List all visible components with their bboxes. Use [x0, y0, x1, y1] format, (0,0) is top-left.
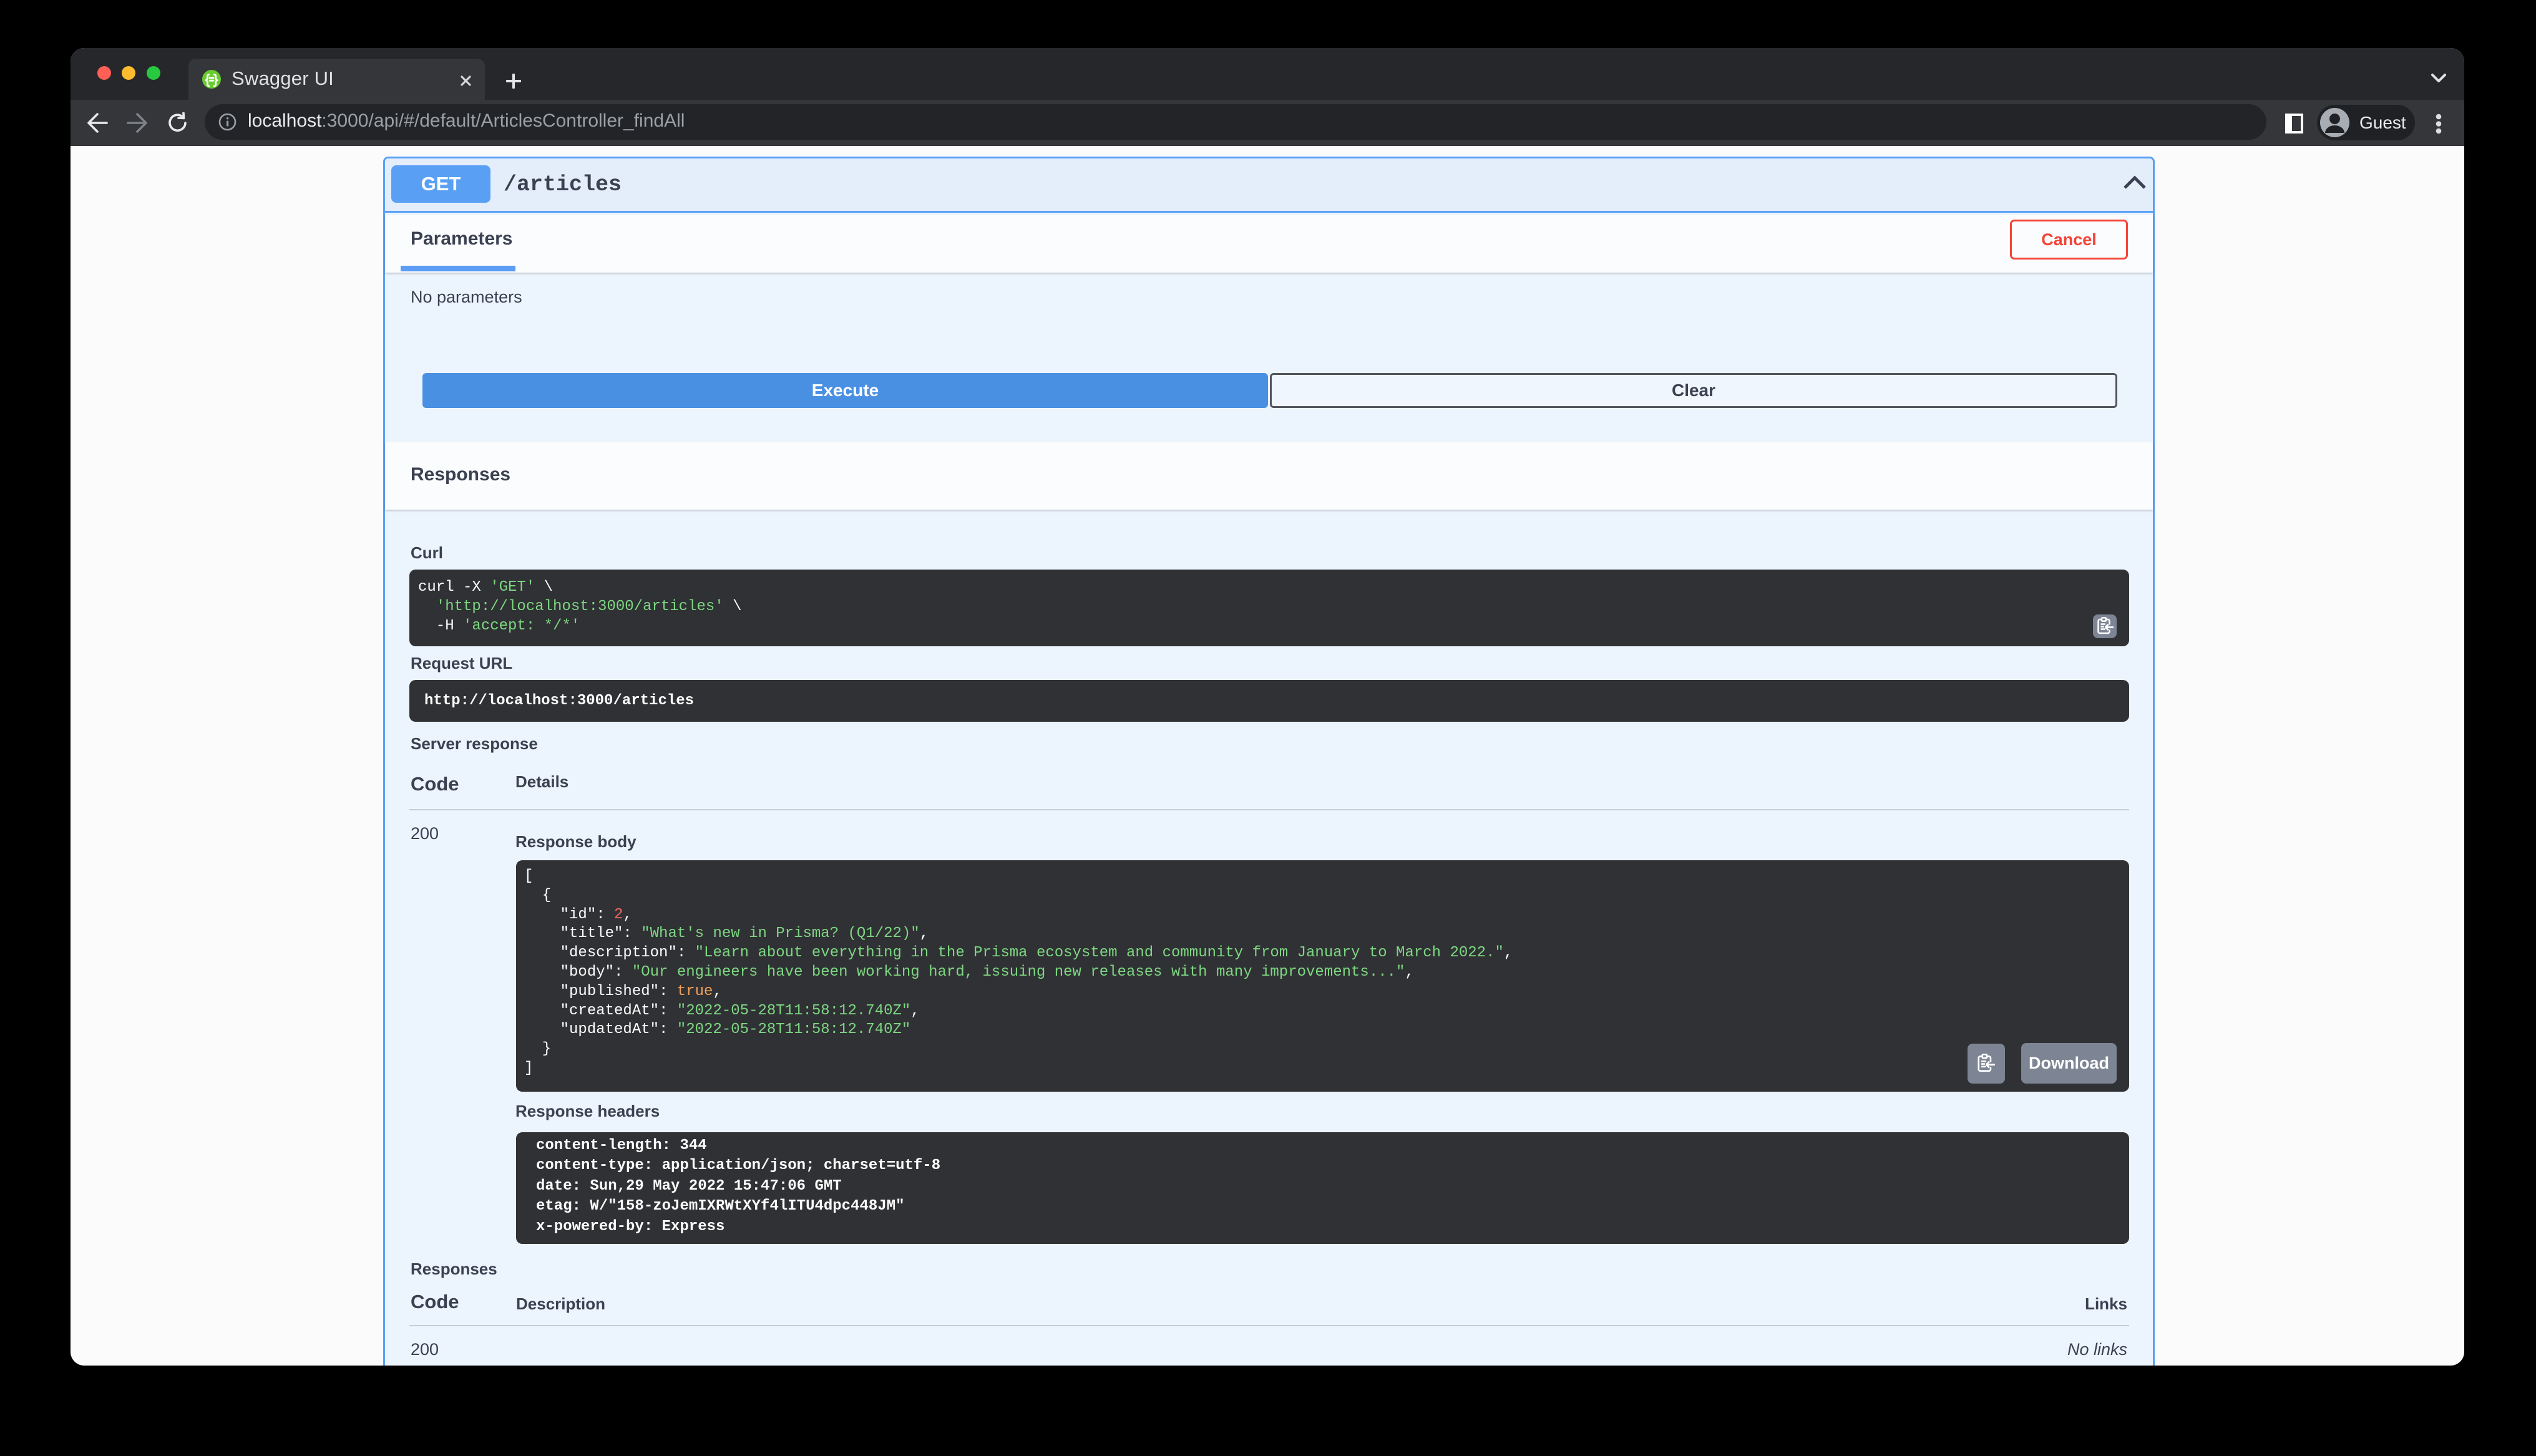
svg-text:}: } [213, 72, 218, 87]
svg-text:{: { [205, 72, 210, 87]
